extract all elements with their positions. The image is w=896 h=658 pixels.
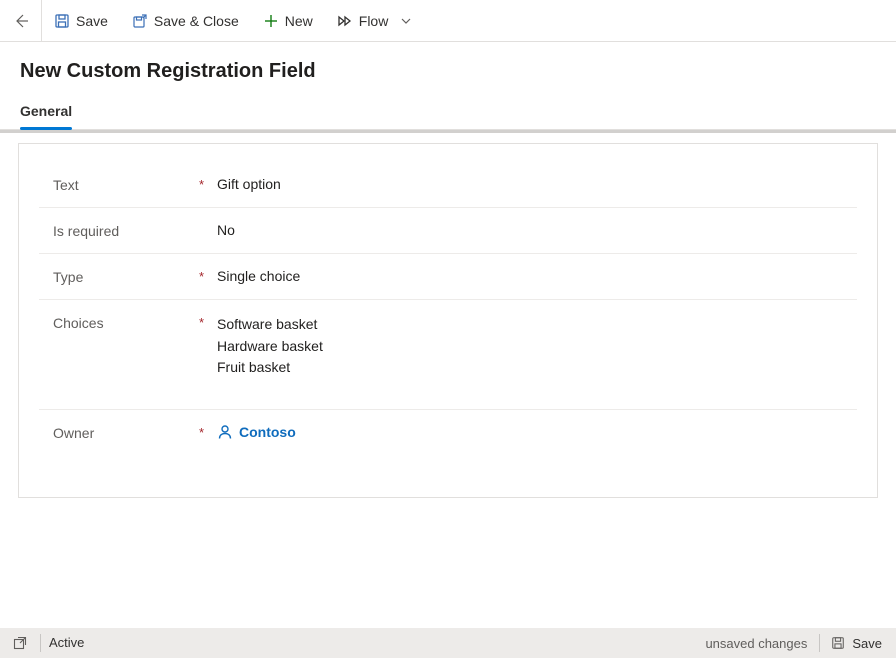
field-type-label: Type <box>39 268 199 285</box>
field-text-value[interactable]: Gift option <box>217 176 857 192</box>
command-bar: Save Save & Close New Flow <box>0 0 896 42</box>
field-owner-label: Owner <box>39 424 199 441</box>
person-icon <box>217 424 233 440</box>
owner-name: Contoso <box>239 424 296 440</box>
choice-line: Software basket <box>217 314 857 336</box>
tab-general[interactable]: General <box>20 95 72 129</box>
record-state: Active <box>40 634 92 652</box>
field-isrequired-label: Is required <box>39 222 199 239</box>
status-bar: Active unsaved changes Save <box>0 628 896 658</box>
chevron-down-icon <box>398 13 414 29</box>
new-button[interactable]: New <box>251 0 325 42</box>
choice-line: Fruit basket <box>217 357 857 379</box>
field-isrequired[interactable]: Is required No <box>39 208 857 254</box>
back-arrow-icon <box>13 13 29 29</box>
status-save-label: Save <box>852 636 882 651</box>
required-marker <box>199 222 217 223</box>
tab-strip: General <box>0 95 896 130</box>
required-marker: * <box>199 176 217 192</box>
save-button[interactable]: Save <box>42 0 120 42</box>
save-label: Save <box>76 13 108 29</box>
field-owner-value[interactable]: Contoso <box>217 424 857 443</box>
save-close-button[interactable]: Save & Close <box>120 0 251 42</box>
field-type-value[interactable]: Single choice <box>217 268 857 284</box>
required-marker: * <box>199 268 217 284</box>
flow-label: Flow <box>359 13 389 29</box>
flow-button[interactable]: Flow <box>325 0 427 42</box>
popout-icon[interactable] <box>0 636 40 650</box>
required-marker: * <box>199 424 217 440</box>
field-text[interactable]: Text * Gift option <box>39 162 857 208</box>
form-card: Text * Gift option Is required No Type *… <box>18 143 878 498</box>
field-choices-label: Choices <box>39 314 199 331</box>
back-button[interactable] <box>0 0 42 42</box>
field-owner[interactable]: Owner * Contoso <box>39 410 857 457</box>
unsaved-indicator: unsaved changes <box>693 636 819 651</box>
save-icon <box>54 13 70 29</box>
field-isrequired-value[interactable]: No <box>217 222 857 238</box>
save-close-icon <box>132 13 148 29</box>
flow-icon <box>337 13 353 29</box>
status-save-button[interactable]: Save <box>819 634 896 652</box>
choice-line: Hardware basket <box>217 336 857 358</box>
field-choices-value[interactable]: Software basket Hardware basket Fruit ba… <box>217 314 857 379</box>
save-close-label: Save & Close <box>154 13 239 29</box>
owner-lookup-link[interactable]: Contoso <box>217 424 296 440</box>
field-text-label: Text <box>39 176 199 193</box>
field-choices[interactable]: Choices * Software basket Hardware baske… <box>39 300 857 410</box>
field-type[interactable]: Type * Single choice <box>39 254 857 300</box>
form-scroll-area[interactable]: Text * Gift option Is required No Type *… <box>0 130 896 624</box>
new-label: New <box>285 13 313 29</box>
save-icon <box>830 635 846 651</box>
plus-icon <box>263 13 279 29</box>
tab-general-label: General <box>20 103 72 119</box>
page-header: New Custom Registration Field <box>0 42 896 83</box>
required-marker: * <box>199 314 217 330</box>
page-title: New Custom Registration Field <box>20 60 876 83</box>
